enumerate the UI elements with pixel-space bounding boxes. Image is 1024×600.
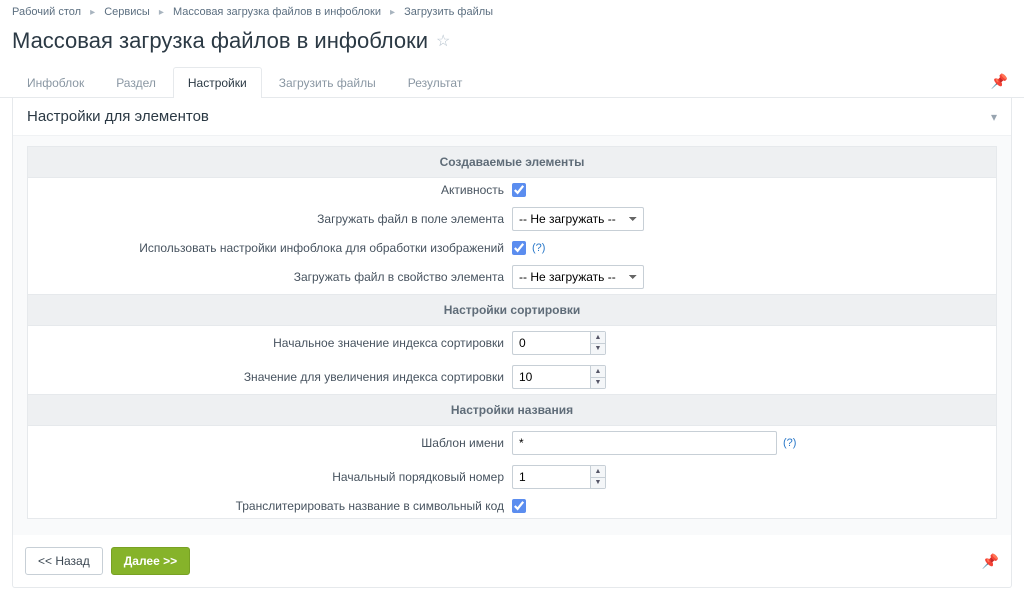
star-icon[interactable]: ☆	[436, 31, 450, 51]
row-name-seq: Начальный порядковый номер ▲ ▼	[28, 460, 996, 494]
breadcrumb-link[interactable]: Рабочий стол	[12, 6, 81, 18]
checkbox-use-iblock[interactable]	[512, 241, 526, 255]
tab-upload-files[interactable]: Загрузить файлы	[264, 67, 391, 98]
checkbox-translit[interactable]	[512, 499, 526, 513]
label-use-iblock: Использовать настройки инфоблока для обр…	[38, 241, 512, 255]
row-translit: Транслитерировать название в символьный …	[28, 494, 996, 518]
inner-form: Создаваемые элементы Активность Загружат…	[27, 146, 997, 519]
row-upload-prop: Загружать файл в свойство элемента -- Не…	[28, 260, 996, 294]
input-name-seq[interactable]	[512, 465, 590, 489]
breadcrumb-link[interactable]: Сервисы	[104, 6, 150, 18]
section-header-sort: Настройки сортировки	[28, 294, 996, 326]
panel-title: Настройки для элементов	[27, 108, 209, 125]
spinner-up-icon[interactable]: ▲	[591, 332, 605, 344]
label-name-seq: Начальный порядковый номер	[38, 470, 512, 484]
chevron-down-icon[interactable]: ▾	[991, 110, 997, 124]
actions-row: << Назад Далее >> 📌	[13, 535, 1011, 587]
tab-section[interactable]: Раздел	[101, 67, 171, 98]
checkbox-activity[interactable]	[512, 183, 526, 197]
row-use-iblock: Использовать настройки инфоблока для обр…	[28, 236, 996, 260]
next-button[interactable]: Далее >>	[111, 547, 190, 575]
label-sort-start: Начальное значение индекса сортировки	[38, 336, 512, 350]
row-activity: Активность	[28, 178, 996, 202]
breadcrumb-link[interactable]: Массовая загрузка файлов в инфоблоки	[173, 6, 381, 18]
label-activity: Активность	[38, 183, 512, 197]
label-upload-prop: Загружать файл в свойство элемента	[38, 270, 512, 284]
help-icon[interactable]: (?)	[783, 437, 796, 449]
row-name-template: Шаблон имени (?)	[28, 426, 996, 460]
spinner-up-icon[interactable]: ▲	[591, 466, 605, 478]
panel-header: Настройки для элементов ▾	[13, 98, 1011, 136]
row-upload-field: Загружать файл в поле элемента -- Не заг…	[28, 202, 996, 236]
chevron-right-icon: ▸	[390, 7, 395, 18]
input-sort-step[interactable]	[512, 365, 590, 389]
pin-icon[interactable]: 📌	[987, 69, 1012, 94]
chevron-right-icon: ▸	[90, 7, 95, 18]
label-upload-field: Загружать файл в поле элемента	[38, 212, 512, 226]
breadcrumb: Рабочий стол ▸ Сервисы ▸ Массовая загруз…	[0, 0, 1024, 24]
form-body: Создаваемые элементы Активность Загружат…	[13, 136, 1011, 535]
pin-icon[interactable]: 📌	[982, 553, 999, 570]
spinner-up-icon[interactable]: ▲	[591, 366, 605, 378]
section-header-name: Настройки названия	[28, 394, 996, 426]
chevron-right-icon: ▸	[159, 7, 164, 18]
spinner-down-icon[interactable]: ▼	[591, 378, 605, 389]
tab-result[interactable]: Результат	[393, 67, 478, 98]
label-translit: Транслитерировать название в символьный …	[38, 499, 512, 513]
section-header-created: Создаваемые элементы	[28, 147, 996, 178]
row-sort-start: Начальное значение индекса сортировки ▲ …	[28, 326, 996, 360]
help-icon[interactable]: (?)	[532, 242, 545, 254]
label-sort-step: Значение для увеличения индекса сортиров…	[38, 370, 512, 384]
tab-settings[interactable]: Настройки	[173, 67, 262, 98]
back-button[interactable]: << Назад	[25, 547, 103, 575]
row-sort-step: Значение для увеличения индекса сортиров…	[28, 360, 996, 394]
tabs: Инфоблок Раздел Настройки Загрузить файл…	[0, 66, 1024, 98]
spinner-down-icon[interactable]: ▼	[591, 478, 605, 489]
spinner-down-icon[interactable]: ▼	[591, 344, 605, 355]
settings-panel: Настройки для элементов ▾ Создаваемые эл…	[12, 98, 1012, 588]
label-name-template: Шаблон имени	[38, 436, 512, 450]
page-title: Массовая загрузка файлов в инфоблоки	[12, 28, 428, 54]
select-upload-field[interactable]: -- Не загружать --	[512, 207, 644, 231]
input-name-template[interactable]	[512, 431, 777, 455]
page-title-row: Массовая загрузка файлов в инфоблоки ☆	[0, 24, 1024, 66]
tab-infoblock[interactable]: Инфоблок	[12, 67, 99, 98]
select-upload-prop[interactable]: -- Не загружать --	[512, 265, 644, 289]
breadcrumb-link[interactable]: Загрузить файлы	[404, 6, 493, 18]
input-sort-start[interactable]	[512, 331, 590, 355]
